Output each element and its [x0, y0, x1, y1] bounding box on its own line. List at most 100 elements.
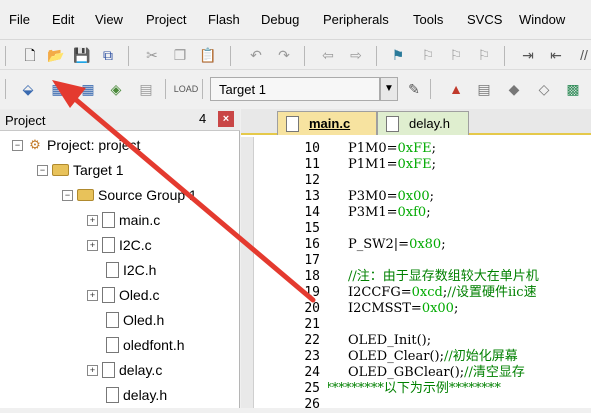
comment-icon[interactable]: // [574, 45, 591, 65]
tree-source-group[interactable]: − Source Group 1 [62, 184, 197, 206]
select-packs-icon[interactable]: ▩ [563, 79, 583, 99]
line-number: 25 [304, 381, 320, 396]
redo-icon[interactable]: ↷ [274, 45, 294, 65]
indent-icon[interactable]: ⇥ [518, 45, 538, 65]
line-number: 10 [304, 141, 320, 156]
paste-icon[interactable]: 📋 [198, 45, 218, 65]
nav-forward-icon[interactable]: ⇨ [346, 45, 366, 65]
line-number: 19 [304, 285, 320, 300]
batch-build-icon[interactable]: ◈ [106, 79, 126, 99]
menu-peripherals[interactable]: Peripherals [323, 12, 389, 27]
tab-delay-h[interactable]: delay.h [377, 111, 469, 135]
chevron-down-icon[interactable]: ▼ [380, 77, 398, 101]
tree-file-delay-h[interactable]: delay.h [102, 384, 167, 406]
line-number: 16 [304, 237, 320, 252]
cut-icon[interactable]: ✂ [142, 45, 162, 65]
menu-flash[interactable]: Flash [208, 12, 240, 27]
open-folder-icon[interactable]: 📂 [46, 45, 66, 65]
tree-file-main-c[interactable]: + main.c [87, 209, 160, 231]
file-extensions-icon[interactable]: ▤ [474, 79, 494, 99]
code-comment: //清空显存 [464, 365, 525, 380]
tree-project-root[interactable]: − ⚙ Project: project [12, 134, 140, 156]
file-icon [102, 212, 115, 228]
code-comment: //初始化屏幕 [444, 349, 518, 364]
stop-build-icon[interactable]: ▤ [136, 79, 156, 99]
code-number: 0x00 [397, 189, 430, 204]
expand-icon[interactable]: + [87, 364, 98, 376]
expand-icon[interactable]: + [87, 239, 98, 251]
menu-project[interactable]: Project [146, 12, 186, 27]
menu-file[interactable]: File [9, 12, 30, 27]
code-punct: ; [441, 237, 446, 252]
pack-installer-icon[interactable]: ◆ [504, 79, 524, 99]
expand-icon[interactable]: + [87, 289, 98, 301]
rebuild-icon[interactable]: ▦ [78, 79, 98, 99]
bookmark-icon[interactable]: ⚑ [388, 45, 408, 65]
menu-svcs[interactable]: SVCS [467, 12, 502, 27]
code-number: 0xcd [411, 285, 443, 300]
download-icon[interactable]: LOAD [174, 79, 199, 99]
code-line: /***********以下为示例******** [328, 381, 501, 397]
save-all-icon[interactable]: ⧉ [98, 45, 118, 65]
line-number: 21 [304, 317, 320, 332]
next-bookmark-icon[interactable]: ⚐ [446, 45, 466, 65]
menu-edit[interactable]: Edit [52, 12, 74, 27]
menu-debug[interactable]: Debug [261, 12, 299, 27]
tree-file-oled-c[interactable]: + Oled.c [87, 284, 159, 306]
code-area[interactable]: P1M0=0xFE; P1M1=0xFE; P3M0=0x00; P3M1=0xf0;… [328, 137, 591, 408]
code-line: I2CCFG=0xcd;//设置硬件iic速 [348, 285, 537, 301]
code-punct: ; [431, 141, 437, 156]
code-line: I2CMSST=0x00; [348, 301, 458, 317]
code-comment: //设置硬件iic速 [447, 285, 537, 300]
line-number: 26 [304, 397, 320, 412]
project-panel: Project 4 × − ⚙ Project: project − Targe… [0, 109, 240, 408]
nav-back-icon[interactable]: ⇦ [318, 45, 338, 65]
file-icon [106, 312, 119, 328]
collapse-icon[interactable]: − [62, 189, 73, 201]
line-number: 22 [304, 333, 320, 348]
code-text: P3M0= [348, 189, 398, 204]
editor-gutter [241, 137, 254, 408]
menu-view[interactable]: View [95, 12, 123, 27]
collapse-icon[interactable]: − [12, 139, 23, 151]
collapse-icon[interactable]: − [37, 164, 48, 176]
tab-main-c[interactable]: main.c [277, 111, 377, 135]
pin-icon[interactable]: 4 [199, 111, 206, 126]
expand-icon[interactable]: + [87, 214, 98, 226]
project-panel-title: Project [5, 113, 46, 128]
menu-bar: File Edit View Project Flash Debug Perip… [0, 0, 591, 40]
manage-project-icon[interactable]: ▲ [446, 79, 466, 99]
code-line: OLED_Clear();//初始化屏幕 [348, 349, 518, 365]
new-file-icon[interactable]: 🗋 [20, 45, 40, 65]
run-time-env-icon[interactable]: ◇ [534, 79, 554, 99]
clear-bookmarks-icon[interactable]: ⚐ [474, 45, 494, 65]
copy-icon[interactable]: ❐ [170, 45, 190, 65]
build-icon[interactable]: ▦ [48, 79, 68, 99]
save-icon[interactable]: 💾 [72, 45, 92, 65]
line-number: 12 [304, 173, 320, 188]
tree-target[interactable]: − Target 1 [37, 159, 124, 181]
translate-icon[interactable]: ⬙ [18, 79, 38, 99]
tree-file-i2c-c[interactable]: + I2C.c [87, 234, 152, 256]
prev-bookmark-icon[interactable]: ⚐ [418, 45, 438, 65]
tab-label: delay.h [409, 116, 450, 131]
tree-file-i2c-h[interactable]: I2C.h [102, 259, 156, 281]
outdent-icon[interactable]: ⇤ [546, 45, 566, 65]
menu-tools[interactable]: Tools [413, 12, 443, 27]
menu-window[interactable]: Window [519, 12, 565, 27]
code-text: P1M1= [348, 157, 398, 172]
tree-file-delay-c[interactable]: + delay.c [87, 359, 162, 381]
undo-icon[interactable]: ↶ [246, 45, 266, 65]
code-number: 0xFE [397, 157, 432, 172]
tree-file-oledfont-h[interactable]: oledfont.h [102, 334, 185, 356]
close-icon[interactable]: × [218, 111, 234, 127]
code-number: 0x00 [421, 301, 454, 316]
tree-file-oled-h[interactable]: Oled.h [102, 309, 164, 331]
target-select[interactable]: Target 1 [210, 77, 380, 101]
target-options-icon[interactable]: ✎ [404, 79, 424, 99]
target-folder-icon [52, 164, 69, 176]
standard-toolbar: 🗋 📂 💾 ⧉ ✂ ❐ 📋 ↶ ↷ ⇦ ⇨ ⚑ ⚐ ⚐ ⚐ ⇥ ⇤ // [0, 40, 591, 70]
file-icon [106, 337, 119, 353]
code-text: I2CCFG= [348, 285, 412, 300]
tree-label: I2C.c [119, 237, 152, 253]
